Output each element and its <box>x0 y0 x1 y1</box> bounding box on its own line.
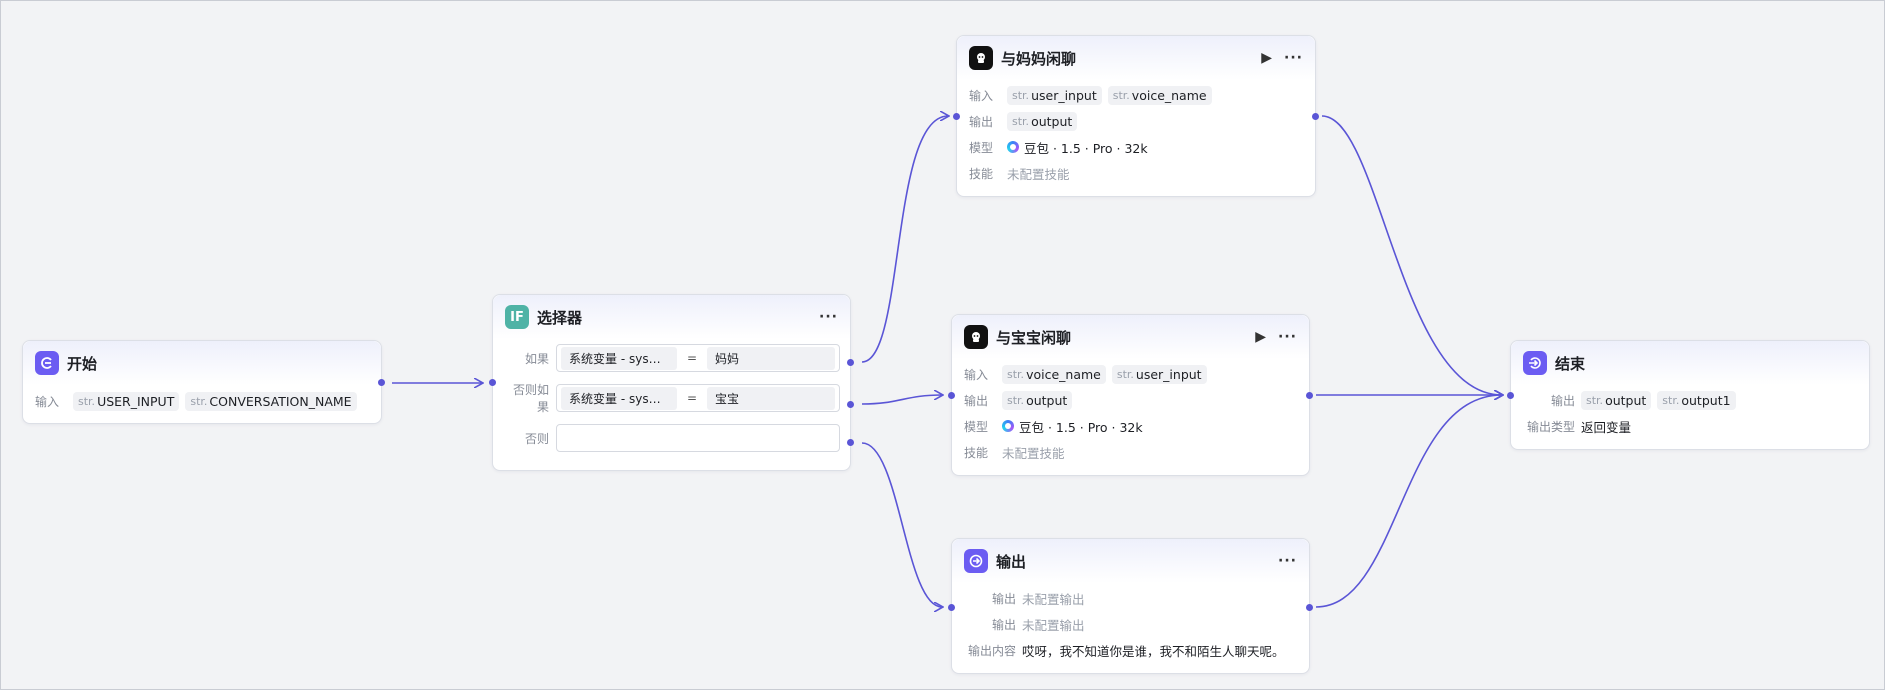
more-options-button[interactable]: ··· <box>1278 554 1297 568</box>
end-icon <box>1523 351 1547 375</box>
model-label: 模型 <box>964 419 989 434</box>
output-node[interactable]: 输出 ··· 输出 未配置输出 输出 未配置输出 输出内容 哎呀，我不知道你是谁… <box>951 538 1310 674</box>
condition-left-operand[interactable]: 系统变量 - sys… <box>561 386 677 410</box>
end-input-port[interactable] <box>1507 392 1514 399</box>
condition-left-operand[interactable]: 系统变量 - sys… <box>561 346 677 370</box>
output-label: 输出 <box>1550 393 1575 408</box>
output-label: 输出 <box>991 617 1016 632</box>
if-icon: IF <box>505 305 529 329</box>
mom-output-port[interactable] <box>1312 113 1319 120</box>
play-icon[interactable]: ▶ <box>1255 330 1266 344</box>
mom-chat-node[interactable]: 与妈妈闲聊 ▶ ··· 输入 str. user_input str. voice_… <box>956 35 1316 197</box>
input-tag: str. user_input <box>1007 85 1102 105</box>
doubao-model-icon <box>1007 141 1019 153</box>
input-tag: str. voice_name <box>1107 85 1212 105</box>
play-icon[interactable]: ▶ <box>1261 51 1272 65</box>
node-title: 选择器 <box>537 308 583 327</box>
input-label: 输入 <box>964 367 989 382</box>
output-type-value: 返回变量 <box>1581 419 1632 435</box>
start-node[interactable]: 开始 输入 str. USER_INPUT str. CONVERSATION_NA… <box>22 340 382 424</box>
input-label: 输入 <box>969 88 994 103</box>
node-title: 与宝宝闲聊 <box>996 328 1072 347</box>
condition-else[interactable] <box>556 424 840 452</box>
else-if-output-port[interactable] <box>847 401 854 408</box>
baby-output-port[interactable] <box>1306 392 1313 399</box>
condition-label: 否则如果 <box>512 383 549 414</box>
doubao-model-icon <box>1002 420 1014 432</box>
more-options-button[interactable]: ··· <box>1278 330 1297 344</box>
baby-chat-node[interactable]: 与宝宝闲聊 ▶ ··· 输入 str. voice_name str. user_i… <box>951 314 1310 476</box>
output-value: 未配置输出 <box>1022 591 1085 607</box>
output-input-port[interactable] <box>948 604 955 611</box>
input-tag: str. voice_name <box>1002 364 1106 384</box>
output-label: 输出 <box>969 114 994 129</box>
if-output-port[interactable] <box>847 359 854 366</box>
start-output-port[interactable] <box>378 379 385 386</box>
chatbot-icon <box>964 325 988 349</box>
condition-right-operand[interactable]: 宝宝 <box>707 386 835 410</box>
end-node[interactable]: 结束 输出 str. output str. output1 输出类型 返回变量 <box>1510 340 1870 450</box>
output-label: 输出 <box>964 393 989 408</box>
chatbot-icon <box>969 46 993 70</box>
condition-else-if[interactable]: 系统变量 - sys… = 宝宝 <box>556 384 840 412</box>
skill-value: 未配置技能 <box>1002 445 1065 461</box>
input-tag: str. USER_INPUT <box>73 391 180 411</box>
skill-label: 技能 <box>964 445 989 460</box>
input-tag: str. CONVERSATION_NAME <box>185 391 357 411</box>
model-value: 豆包 · 1.5 · Pro · 32k <box>1019 419 1143 435</box>
condition-operator[interactable]: = <box>677 351 707 365</box>
output-tag: str. output <box>1007 111 1078 131</box>
output-value: 未配置输出 <box>1022 617 1085 633</box>
condition-label: 否则 <box>524 431 549 446</box>
skill-value: 未配置技能 <box>1007 166 1070 182</box>
output-tag: str. output <box>1002 390 1073 410</box>
condition-if[interactable]: 系统变量 - sys… = 妈妈 <box>556 344 840 372</box>
output-tag: str. output <box>1581 390 1652 410</box>
more-options-button[interactable]: ··· <box>1284 51 1303 65</box>
input-label: 输入 <box>35 394 60 409</box>
start-icon <box>35 351 59 375</box>
input-tag: str. user_input <box>1111 364 1207 384</box>
output-content-label: 输出内容 <box>967 643 1016 658</box>
node-title: 与妈妈闲聊 <box>1001 49 1077 68</box>
output-type-label: 输出类型 <box>1526 419 1575 434</box>
model-value: 豆包 · 1.5 · Pro · 32k <box>1024 140 1148 156</box>
output-content-value: 哎呀，我不知道你是谁，我不和陌生人聊天呢。 <box>1022 643 1285 659</box>
condition-right-operand[interactable]: 妈妈 <box>707 346 835 370</box>
node-title: 输出 <box>996 552 1027 571</box>
model-label: 模型 <box>969 140 994 155</box>
selector-input-port[interactable] <box>489 379 496 386</box>
baby-input-port[interactable] <box>948 392 955 399</box>
condition-label: 如果 <box>524 351 549 366</box>
output-tag: str. output1 <box>1657 390 1736 410</box>
node-title: 结束 <box>1555 354 1586 373</box>
output-output-port[interactable] <box>1306 604 1313 611</box>
output-icon <box>964 549 988 573</box>
mom-input-port[interactable] <box>953 113 960 120</box>
node-title: 开始 <box>67 354 98 373</box>
else-output-port[interactable] <box>847 439 854 446</box>
output-label: 输出 <box>991 591 1016 606</box>
skill-label: 技能 <box>969 166 994 181</box>
condition-operator[interactable]: = <box>677 391 707 405</box>
more-options-button[interactable]: ··· <box>819 310 838 324</box>
selector-node[interactable]: IF 选择器 ··· 如果 系统变量 - sys… = 妈妈 否则如果 系统变量… <box>492 294 851 471</box>
